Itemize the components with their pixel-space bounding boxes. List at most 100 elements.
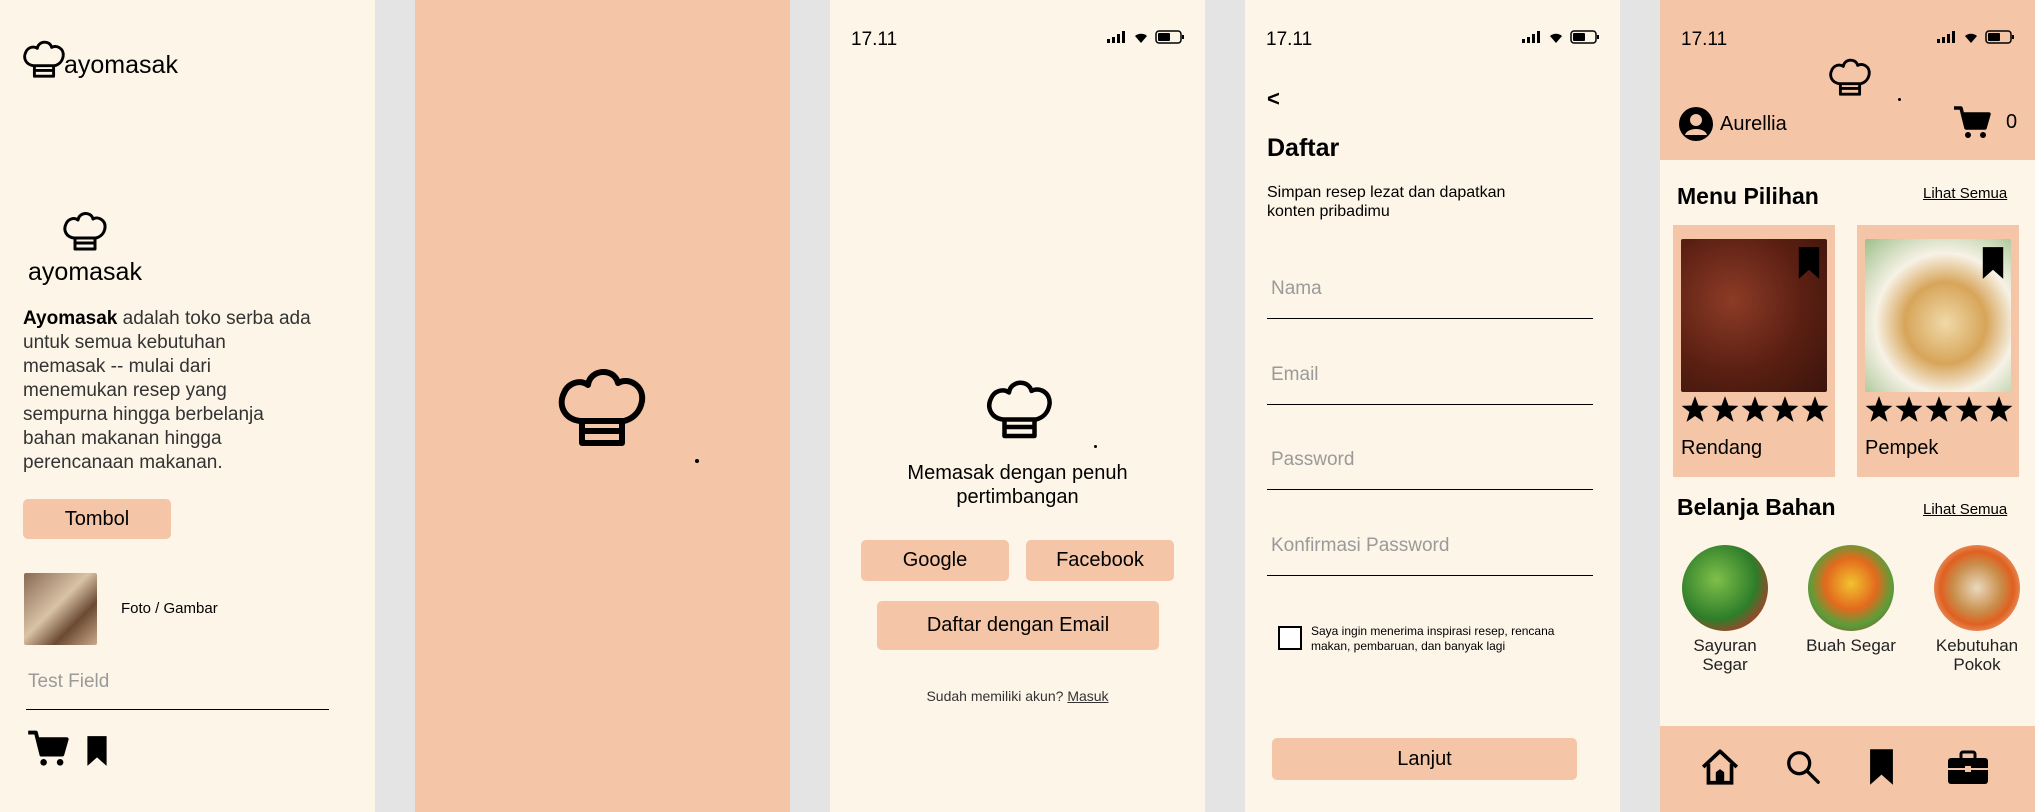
star-icon [1771, 395, 1799, 423]
sample-photo [24, 573, 97, 645]
wifi-icon [1965, 33, 1977, 43]
star-icon [1801, 395, 1829, 423]
see-all-menu-link[interactable]: Lihat Semua [1923, 185, 2007, 202]
dish-card-pempek[interactable]: Pempek [1857, 225, 2019, 477]
chef-hat-icon [20, 34, 68, 82]
style-guide-panel: ayomasak ayomasak Ayomasak adalah toko s… [0, 0, 375, 812]
rating-stars [1681, 395, 1829, 423]
welcome-panel: 17.11 Memasak dengan penuh pertimbangan … [830, 0, 1205, 812]
sample-button-label: Tombol [64, 507, 130, 530]
user-profile[interactable]: Aurellia [1678, 106, 1787, 142]
fruits-image[interactable] [1808, 545, 1894, 631]
briefcase-icon[interactable] [1946, 750, 1990, 786]
star-icon [1895, 395, 1923, 423]
name-placeholder: Nama [1271, 278, 1322, 299]
cart-icon [26, 728, 70, 768]
email-signup-label: Daftar dengan Email [926, 614, 1110, 636]
chef-hat-icon [59, 205, 111, 255]
status-icons [1937, 30, 2015, 44]
status-time: 17.11 [1681, 29, 1728, 50]
confirm-password-field[interactable]: Konfirmasi Password [1267, 516, 1593, 576]
logo-stacked-text: ayomasak [28, 258, 142, 286]
battery-icon [1985, 30, 2014, 44]
category-label: Kebutuhan Pokok [1935, 636, 2019, 674]
email-placeholder: Email [1271, 364, 1319, 385]
dish-card-rendang[interactable]: Rendang [1673, 225, 1835, 477]
menu-title: Menu Pilihan [1677, 183, 1819, 209]
logo-stacked: ayomasak [24, 205, 146, 286]
google-button[interactable]: Google [861, 540, 1009, 581]
have-account-text: Sudah memiliki akun? [926, 688, 1064, 704]
password-field[interactable]: Password [1267, 430, 1593, 490]
description: Ayomasak adalah toko serba ada untuk sem… [23, 307, 313, 475]
star-icon [1711, 395, 1739, 423]
sample-button[interactable]: Tombol [23, 499, 171, 539]
status-time: 17.11 [1266, 29, 1313, 50]
staples-image[interactable] [1934, 545, 2020, 631]
star-icon [1741, 395, 1769, 423]
cart-count: 0 [2006, 110, 2018, 133]
vegetables-image[interactable] [1682, 545, 1768, 631]
home-icon[interactable] [1699, 746, 1741, 788]
battery-icon [1155, 30, 1184, 44]
battery-icon [1570, 30, 1599, 44]
tagline: Memasak dengan penuh pertimbangan [907, 462, 1128, 508]
email-signup-button[interactable]: Daftar dengan Email [877, 601, 1159, 650]
star-icon [1985, 395, 2013, 423]
logo-dot [1898, 98, 1901, 101]
status-icons [1522, 30, 1600, 44]
facebook-button-label: Facebook [1056, 549, 1144, 571]
bookmark-icon[interactable] [1797, 246, 1821, 280]
status-time: 17.11 [851, 29, 898, 50]
signal-icon [1937, 31, 1955, 43]
continue-button[interactable]: Lanjut [1272, 738, 1577, 780]
photo-label: Foto / Gambar [121, 600, 218, 617]
description-brand: Ayomasak [23, 308, 118, 329]
chef-hat-icon [1825, 52, 1875, 100]
home-panel: 17.11 Aurellia 0 Menu Pilihan Lihat Semu… [1660, 0, 2035, 812]
page-title: Daftar [1267, 134, 1340, 162]
bookmark-icon[interactable] [1868, 748, 1895, 786]
description-text: adalah toko serba ada untuk semua kebutu… [23, 308, 311, 473]
signal-icon [1107, 31, 1125, 43]
search-icon[interactable] [1784, 748, 1822, 786]
wifi-icon [1135, 33, 1147, 43]
shop-title: Belanja Bahan [1677, 494, 1836, 520]
bookmark-icon [86, 735, 108, 767]
logo-dot [1094, 445, 1097, 448]
star-icon [1925, 395, 1953, 423]
avatar-icon [1679, 107, 1713, 141]
cart-icon [1952, 104, 1992, 140]
wifi-icon [1550, 33, 1562, 43]
status-icons [1107, 30, 1185, 44]
facebook-button[interactable]: Facebook [1026, 540, 1174, 581]
confirm-password-placeholder: Konfirmasi Password [1271, 535, 1450, 556]
login-link[interactable]: Masuk [1067, 688, 1108, 704]
continue-button-label: Lanjut [1397, 747, 1452, 770]
signal-icon [1522, 31, 1540, 43]
back-button[interactable]: < [1267, 86, 1280, 112]
email-field[interactable]: Email [1267, 345, 1593, 405]
name-field[interactable]: Nama [1267, 259, 1593, 319]
logo-text: ayomasak [64, 51, 178, 79]
bottom-nav [1660, 726, 2035, 812]
login-prompt: Sudah memiliki akun? Masuk [830, 688, 1205, 704]
logo: ayomasak [20, 34, 178, 82]
star-icon [1681, 395, 1709, 423]
logo-dot [695, 459, 699, 463]
cart-button[interactable]: 0 [1952, 104, 2017, 140]
bookmark-icon[interactable] [1981, 246, 2005, 280]
dish-name: Pempek [1865, 437, 1939, 459]
page-subtitle: Simpan resep lezat dan dapatkan konten p… [1267, 184, 1506, 220]
register-panel: 17.11 < Daftar Simpan resep lezat dan da… [1245, 0, 1620, 812]
user-name: Aurellia [1720, 112, 1787, 135]
sample-text-field[interactable]: Test Field [26, 660, 329, 710]
text-field-placeholder: Test Field [28, 671, 110, 692]
consent-checkbox[interactable] [1278, 626, 1302, 650]
password-placeholder: Password [1271, 449, 1355, 470]
star-icon [1865, 395, 1893, 423]
see-all-shop-link[interactable]: Lihat Semua [1923, 501, 2007, 518]
category-label: Buah Segar [1806, 636, 1896, 655]
star-icon [1955, 395, 1983, 423]
category-label: Sayuran Segar [1693, 636, 1757, 674]
